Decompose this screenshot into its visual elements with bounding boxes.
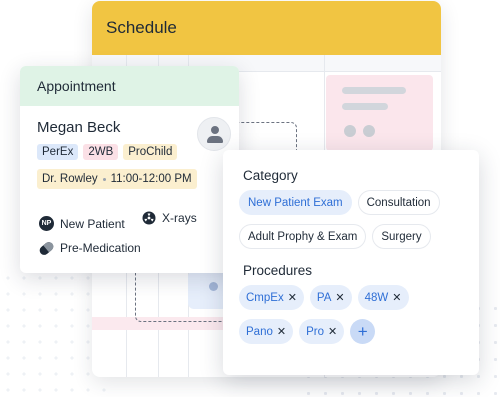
tag-2wb: 2WB xyxy=(83,144,119,160)
chip-surgery[interactable]: Surgery xyxy=(372,224,431,249)
category-chips-row-1: New Patient Exam Consultation xyxy=(239,190,440,215)
flag-premed: Pre-Medication xyxy=(37,239,197,257)
appointment-tags: PerEx 2WB ProChild xyxy=(37,144,178,160)
flag-new-patient: NP New Patient xyxy=(39,216,125,231)
new-patient-label: New Patient xyxy=(60,216,125,231)
radiation-icon xyxy=(142,211,156,225)
remove-icon[interactable]: ✕ xyxy=(277,325,286,338)
remove-icon[interactable]: ✕ xyxy=(335,291,344,304)
remove-icon[interactable]: ✕ xyxy=(392,291,401,304)
procedures-row-2: Pano ✕ Pro ✕ + xyxy=(239,319,376,344)
procedures-title: Procedures xyxy=(243,263,313,278)
doctor-name: Dr. Rowley xyxy=(42,173,98,185)
tag-perex: PerEx xyxy=(37,144,79,160)
premed-label: Pre-Medication xyxy=(60,241,141,255)
remove-icon[interactable]: ✕ xyxy=(328,325,337,338)
chip-adult-prophy-exam[interactable]: Adult Prophy & Exam xyxy=(239,224,367,249)
provider-time-badge: Dr. Rowley 11:00-12:00 PM xyxy=(37,169,197,189)
separator-dot xyxy=(102,177,106,181)
event-placeholder-dot xyxy=(344,125,356,137)
procedure-chip[interactable]: Pano ✕ xyxy=(239,319,294,344)
procedure-chip[interactable]: 48W ✕ xyxy=(357,285,409,310)
procedure-chip[interactable]: Pro ✕ xyxy=(299,319,345,344)
add-procedure-button[interactable]: + xyxy=(350,319,376,344)
event-placeholder-bar xyxy=(342,103,388,110)
procedure-chip[interactable]: CmpEx ✕ xyxy=(239,285,304,310)
flag-xrays: X-rays xyxy=(142,211,197,225)
appointment-time: 11:00-12:00 PM xyxy=(110,173,192,185)
appointment-header: Appointment xyxy=(20,66,239,106)
patient-name: Megan Beck xyxy=(37,119,121,136)
appointment-card[interactable]: Appointment Megan Beck PerEx 2WB ProChil… xyxy=(20,66,239,273)
avatar-head xyxy=(211,126,219,134)
chip-consultation[interactable]: Consultation xyxy=(357,190,440,215)
procedure-chip[interactable]: PA ✕ xyxy=(309,285,352,310)
procedure-label: CmpEx xyxy=(246,291,284,304)
procedure-label: 48W xyxy=(364,291,389,304)
procedure-label: Pro xyxy=(306,325,324,338)
category-title: Category xyxy=(243,168,298,183)
remove-icon[interactable]: ✕ xyxy=(288,291,297,304)
event-placeholder-bar xyxy=(342,87,406,94)
procedures-row-1: CmpEx ✕ PA ✕ 48W ✕ xyxy=(239,285,409,310)
appointment-title: Appointment xyxy=(37,78,116,94)
procedure-label: Pano xyxy=(246,325,273,338)
category-chips-row-2: Adult Prophy & Exam Surgery xyxy=(239,224,431,249)
chip-new-patient-exam[interactable]: New Patient Exam xyxy=(239,190,352,215)
pill-icon xyxy=(37,239,56,257)
xrays-label: X-rays xyxy=(162,211,197,225)
schedule-header: Schedule xyxy=(92,1,441,55)
patient-flags: NP New Patient X-rays Pre-Medication xyxy=(37,211,197,265)
event-placeholder-dot xyxy=(363,125,375,137)
new-patient-icon: NP xyxy=(39,216,54,231)
avatar[interactable] xyxy=(197,117,231,151)
procedure-label: PA xyxy=(316,291,332,304)
tag-prochild: ProChild xyxy=(123,144,178,160)
avatar-body xyxy=(207,136,223,143)
category-card: Category New Patient Exam Consultation A… xyxy=(223,150,479,375)
stage: Schedule Appointment Megan Beck PerEx 2W… xyxy=(0,0,500,397)
schedule-title: Schedule xyxy=(106,18,177,37)
